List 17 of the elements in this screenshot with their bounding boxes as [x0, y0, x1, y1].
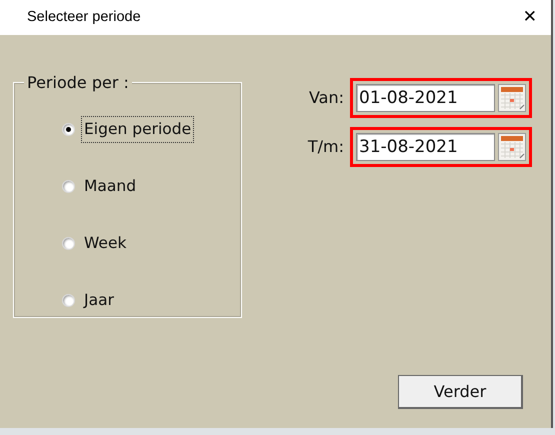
date-field[interactable]: 01-08-2021 [356, 84, 495, 112]
radio-label[interactable]: Jaar [81, 286, 117, 314]
radio-label[interactable]: Maand [81, 172, 140, 200]
calendar-icon[interactable] [498, 133, 526, 161]
radio-label[interactable]: Week [81, 230, 130, 258]
window-title: Selecteer periode [27, 8, 141, 27]
field-label: T/m: [306, 136, 344, 158]
calendar-icon[interactable] [498, 84, 526, 112]
radio-label[interactable]: Eigen periode [81, 116, 194, 144]
field-label: Van: [308, 87, 344, 109]
radio-button[interactable] [62, 180, 75, 193]
continue-button[interactable]: Verder [398, 375, 523, 409]
radio-button[interactable] [62, 123, 75, 136]
close-button[interactable]: ✕ [522, 9, 537, 26]
date-field[interactable]: 31-08-2021 [356, 133, 495, 161]
radio-button[interactable] [62, 237, 75, 250]
radio-button[interactable] [62, 294, 75, 307]
